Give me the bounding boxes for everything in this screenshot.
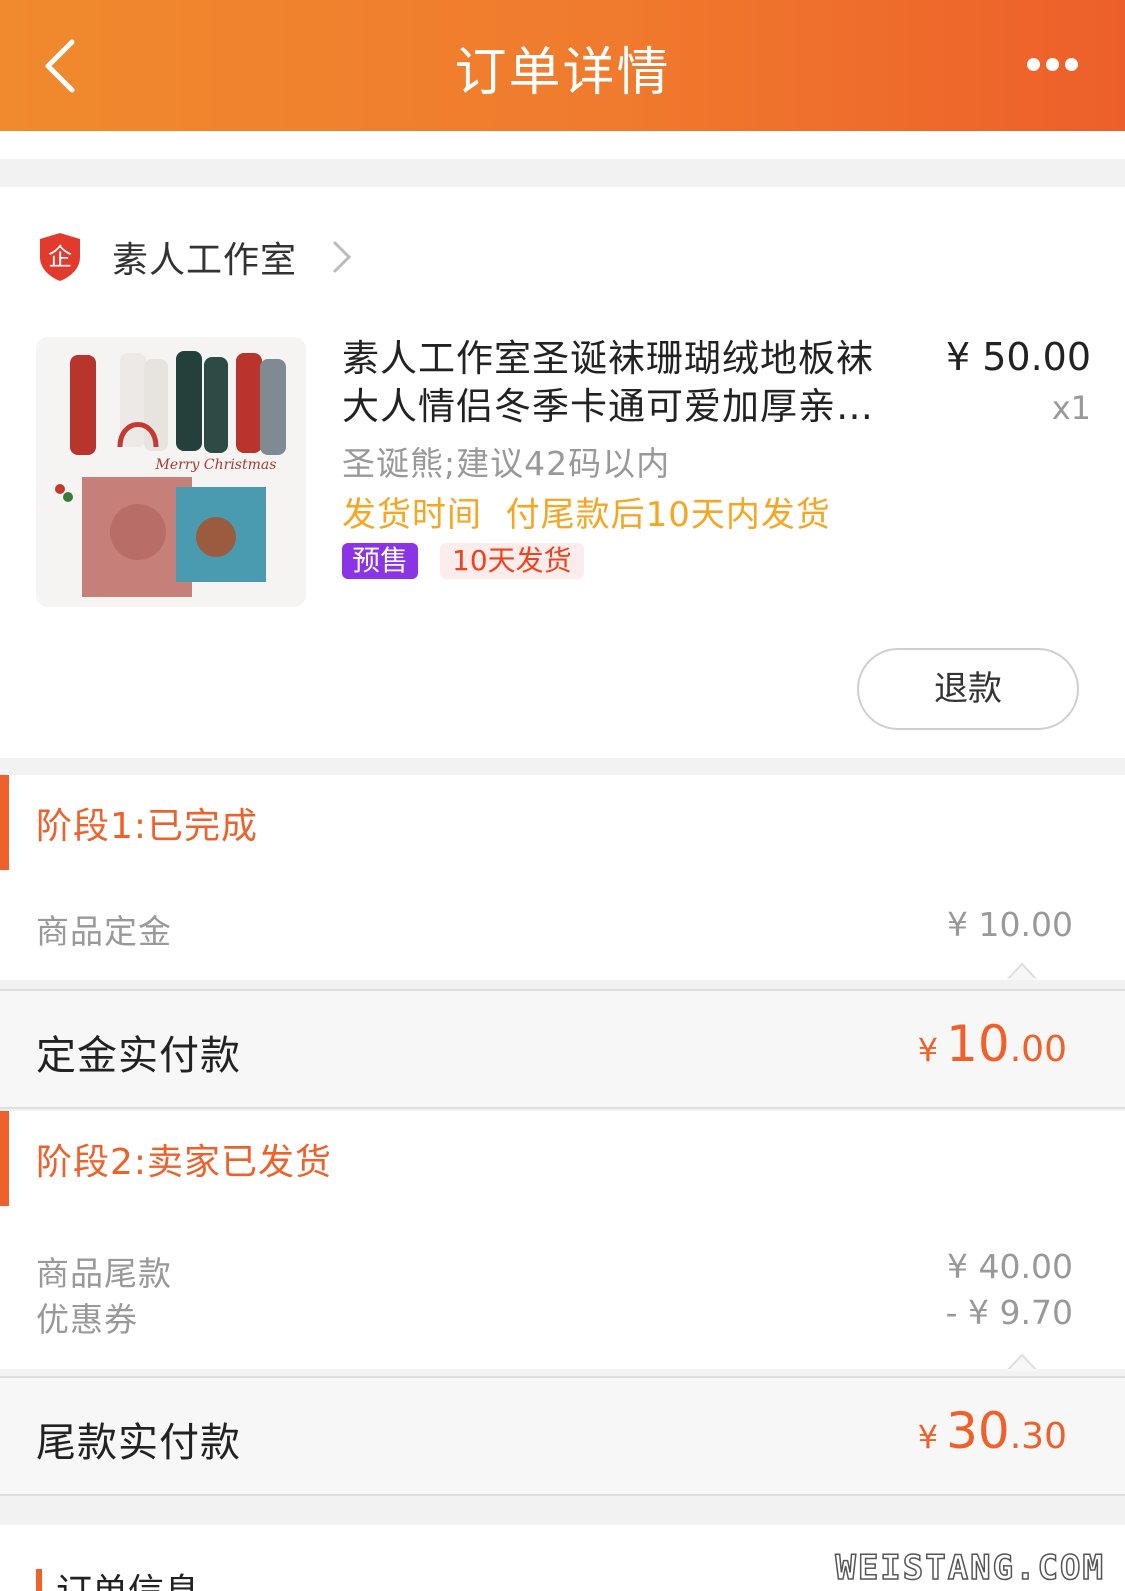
coupon-label: 优惠券 — [36, 1300, 138, 1339]
currency-symbol: ¥ — [917, 1418, 939, 1456]
product-sku: 圣诞熊;建议42码以内 — [342, 444, 671, 483]
stage2-title: 阶段2:卖家已发货 — [36, 1142, 333, 1183]
balance-paid-row: 尾款实付款 ¥30.30 — [0, 1376, 1125, 1496]
deposit-paid-amount: ¥10.00 — [918, 1015, 1067, 1073]
more-dots-icon[interactable] — [1027, 56, 1087, 76]
shop-badge-char: 企 — [48, 243, 72, 271]
stage1-title: 阶段1:已完成 — [36, 806, 259, 847]
shop-name: 素人工作室 — [112, 240, 298, 281]
stage1-header: 阶段1:已完成 — [0, 775, 1125, 870]
balance-paid-amount: ¥30.30 — [918, 1402, 1067, 1460]
ship-time-note: 发货时间 付尾款后10天内发货 — [342, 495, 831, 535]
deposit-paid-row: 定金实付款 ¥10.00 — [0, 989, 1125, 1109]
caret-up-icon — [1004, 962, 1040, 982]
shop-row[interactable]: 企 素人工作室 — [36, 227, 355, 287]
shop-shield-icon: 企 — [36, 231, 84, 283]
chevron-right-icon — [331, 237, 355, 277]
product-quantity: x1 — [1051, 389, 1091, 427]
order-detail-page: 订单详情 企 素人工作室 Merry Christmas 素人工作室圣诞袜珊瑚绒… — [0, 0, 1125, 1591]
stage-accent-bar — [0, 775, 9, 870]
balance-label: 商品尾款 — [36, 1254, 172, 1293]
product-title[interactable]: 素人工作室圣诞袜珊瑚绒地板袜大人情侣冬季卡通可爱加厚亲子袜 — [342, 335, 902, 431]
balance-value: ¥ 40.00 — [947, 1247, 1073, 1286]
balance-paid-label: 尾款实付款 — [36, 1420, 241, 1466]
ship-days-tag: 10天发货 — [440, 543, 584, 579]
header-spacer — [0, 131, 1125, 159]
stage2-section: 阶段2:卖家已发货 商品尾款 ¥ 40.00 优惠券 - ¥ 9.70 — [0, 1111, 1125, 1373]
stage2-header: 阶段2:卖家已发货 — [0, 1111, 1125, 1206]
amount-integer: 10 — [946, 1015, 1010, 1073]
order-info-title: 订单信息 — [56, 1563, 200, 1591]
deposit-paid-label: 定金实付款 — [36, 1033, 241, 1079]
amount-decimal: .00 — [1009, 1029, 1067, 1070]
currency-symbol: ¥ — [917, 1031, 939, 1069]
page-title: 订单详情 — [454, 43, 671, 103]
thumbnail-caption: Merry Christmas — [155, 457, 277, 473]
product-thumbnail[interactable]: Merry Christmas — [36, 337, 306, 607]
caret-up-icon — [1004, 1353, 1040, 1373]
order-info-accent-bar — [36, 1569, 42, 1591]
watermark: WEISTANG.COM — [835, 1547, 1105, 1589]
refund-button[interactable]: 退款 — [857, 648, 1079, 730]
presale-tag: 预售 — [342, 543, 419, 579]
stage-accent-bar — [0, 1111, 9, 1206]
amount-integer: 30 — [946, 1402, 1010, 1460]
navbar: 订单详情 — [0, 0, 1125, 131]
product-card: 企 素人工作室 Merry Christmas 素人工作室圣诞袜珊瑚绒地板袜大人… — [0, 187, 1125, 758]
product-price: ¥ 50.00 — [945, 335, 1091, 379]
coupon-value: - ¥ 9.70 — [945, 1293, 1073, 1332]
deposit-value: ¥ 10.00 — [947, 905, 1073, 944]
deposit-label: 商品定金 — [36, 912, 172, 951]
stage1-section: 阶段1:已完成 商品定金 ¥ 10.00 — [0, 775, 1125, 982]
amount-decimal: .30 — [1009, 1416, 1067, 1457]
